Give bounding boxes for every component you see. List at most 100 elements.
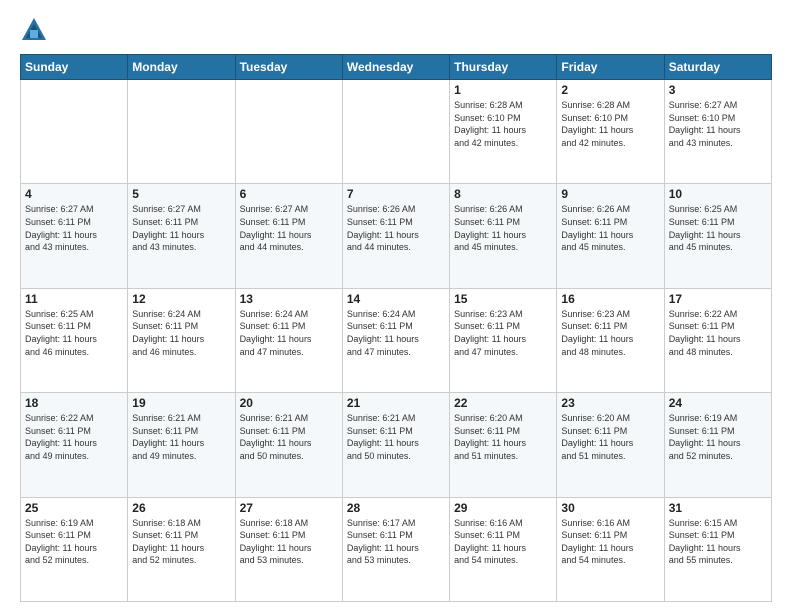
calendar-cell: 24 Sunrise: 6:19 AM Sunset: 6:11 PM Dayli… <box>664 393 771 497</box>
day-info: Sunrise: 6:21 AM Sunset: 6:11 PM Dayligh… <box>132 412 230 462</box>
calendar-cell: 27 Sunrise: 6:18 AM Sunset: 6:11 PM Dayli… <box>235 497 342 601</box>
day-number: 19 <box>132 396 230 410</box>
day-info: Sunrise: 6:26 AM Sunset: 6:11 PM Dayligh… <box>561 203 659 253</box>
calendar-cell <box>235 80 342 184</box>
day-info: Sunrise: 6:24 AM Sunset: 6:11 PM Dayligh… <box>347 308 445 358</box>
day-info: Sunrise: 6:28 AM Sunset: 6:10 PM Dayligh… <box>561 99 659 149</box>
calendar-cell: 13 Sunrise: 6:24 AM Sunset: 6:11 PM Dayli… <box>235 288 342 392</box>
calendar-cell: 22 Sunrise: 6:20 AM Sunset: 6:11 PM Dayli… <box>450 393 557 497</box>
day-info: Sunrise: 6:23 AM Sunset: 6:11 PM Dayligh… <box>561 308 659 358</box>
day-number: 7 <box>347 187 445 201</box>
calendar-cell: 16 Sunrise: 6:23 AM Sunset: 6:11 PM Dayli… <box>557 288 664 392</box>
day-number: 8 <box>454 187 552 201</box>
calendar-cell: 25 Sunrise: 6:19 AM Sunset: 6:11 PM Dayli… <box>21 497 128 601</box>
day-number: 2 <box>561 83 659 97</box>
calendar-cell: 8 Sunrise: 6:26 AM Sunset: 6:11 PM Daylig… <box>450 184 557 288</box>
day-number: 13 <box>240 292 338 306</box>
header-sunday: Sunday <box>21 55 128 80</box>
week-row-3: 18Sunrise: 6:22 AM Sunset: 6:11 PM Dayli… <box>21 393 772 497</box>
day-info: Sunrise: 6:15 AM Sunset: 6:11 PM Dayligh… <box>669 517 767 567</box>
day-number: 26 <box>132 501 230 515</box>
calendar-cell: 23Sunrise: 6:20 AM Sunset: 6:11 PM Dayli… <box>557 393 664 497</box>
day-info: Sunrise: 6:18 AM Sunset: 6:11 PM Dayligh… <box>240 517 338 567</box>
calendar-cell: 19 Sunrise: 6:21 AM Sunset: 6:11 PM Dayli… <box>128 393 235 497</box>
day-number: 27 <box>240 501 338 515</box>
day-number: 1 <box>454 83 552 97</box>
day-number: 25 <box>25 501 123 515</box>
calendar-cell: 7 Sunrise: 6:26 AM Sunset: 6:11 PM Daylig… <box>342 184 449 288</box>
calendar-cell: 15 Sunrise: 6:23 AM Sunset: 6:11 PM Dayli… <box>450 288 557 392</box>
day-info: Sunrise: 6:23 AM Sunset: 6:11 PM Dayligh… <box>454 308 552 358</box>
header-tuesday: Tuesday <box>235 55 342 80</box>
logo <box>20 16 52 44</box>
day-info: Sunrise: 6:19 AM Sunset: 6:11 PM Dayligh… <box>25 517 123 567</box>
calendar-cell: 10 Sunrise: 6:25 AM Sunset: 6:11 PM Dayli… <box>664 184 771 288</box>
calendar-cell: 9 Sunrise: 6:26 AM Sunset: 6:11 PM Daylig… <box>557 184 664 288</box>
day-number: 12 <box>132 292 230 306</box>
day-number: 3 <box>669 83 767 97</box>
day-number: 31 <box>669 501 767 515</box>
day-info: Sunrise: 6:21 AM Sunset: 6:11 PM Dayligh… <box>347 412 445 462</box>
day-info: Sunrise: 6:27 AM Sunset: 6:10 PM Dayligh… <box>669 99 767 149</box>
day-info: Sunrise: 6:24 AM Sunset: 6:11 PM Dayligh… <box>240 308 338 358</box>
day-number: 30 <box>561 501 659 515</box>
week-row-2: 11Sunrise: 6:25 AM Sunset: 6:11 PM Dayli… <box>21 288 772 392</box>
day-number: 17 <box>669 292 767 306</box>
day-info: Sunrise: 6:26 AM Sunset: 6:11 PM Dayligh… <box>347 203 445 253</box>
day-number: 14 <box>347 292 445 306</box>
calendar-cell: 1 Sunrise: 6:28 AM Sunset: 6:10 PM Daylig… <box>450 80 557 184</box>
day-info: Sunrise: 6:20 AM Sunset: 6:11 PM Dayligh… <box>454 412 552 462</box>
calendar-cell: 6Sunrise: 6:27 AM Sunset: 6:11 PM Daylig… <box>235 184 342 288</box>
header <box>20 16 772 44</box>
day-number: 21 <box>347 396 445 410</box>
calendar-cell: 3 Sunrise: 6:27 AM Sunset: 6:10 PM Daylig… <box>664 80 771 184</box>
calendar-table: SundayMondayTuesdayWednesdayThursdayFrid… <box>20 54 772 602</box>
day-number: 24 <box>669 396 767 410</box>
logo-icon <box>20 16 48 44</box>
day-info: Sunrise: 6:19 AM Sunset: 6:11 PM Dayligh… <box>669 412 767 462</box>
day-number: 22 <box>454 396 552 410</box>
day-number: 10 <box>669 187 767 201</box>
day-info: Sunrise: 6:24 AM Sunset: 6:11 PM Dayligh… <box>132 308 230 358</box>
calendar-cell: 26 Sunrise: 6:18 AM Sunset: 6:11 PM Dayli… <box>128 497 235 601</box>
day-info: Sunrise: 6:18 AM Sunset: 6:11 PM Dayligh… <box>132 517 230 567</box>
week-row-1: 4 Sunrise: 6:27 AM Sunset: 6:11 PM Daylig… <box>21 184 772 288</box>
calendar-cell: 18Sunrise: 6:22 AM Sunset: 6:11 PM Dayli… <box>21 393 128 497</box>
calendar-cell: 11Sunrise: 6:25 AM Sunset: 6:11 PM Dayli… <box>21 288 128 392</box>
day-number: 5 <box>132 187 230 201</box>
day-info: Sunrise: 6:25 AM Sunset: 6:11 PM Dayligh… <box>669 203 767 253</box>
calendar-cell: 20 Sunrise: 6:21 AM Sunset: 6:11 PM Dayli… <box>235 393 342 497</box>
day-info: Sunrise: 6:16 AM Sunset: 6:11 PM Dayligh… <box>454 517 552 567</box>
calendar-cell: 17Sunrise: 6:22 AM Sunset: 6:11 PM Dayli… <box>664 288 771 392</box>
day-number: 4 <box>25 187 123 201</box>
calendar-cell <box>21 80 128 184</box>
header-friday: Friday <box>557 55 664 80</box>
day-number: 16 <box>561 292 659 306</box>
calendar-cell <box>342 80 449 184</box>
calendar-cell: 4 Sunrise: 6:27 AM Sunset: 6:11 PM Daylig… <box>21 184 128 288</box>
day-info: Sunrise: 6:20 AM Sunset: 6:11 PM Dayligh… <box>561 412 659 462</box>
week-row-4: 25 Sunrise: 6:19 AM Sunset: 6:11 PM Dayli… <box>21 497 772 601</box>
header-thursday: Thursday <box>450 55 557 80</box>
day-info: Sunrise: 6:26 AM Sunset: 6:11 PM Dayligh… <box>454 203 552 253</box>
day-info: Sunrise: 6:17 AM Sunset: 6:11 PM Dayligh… <box>347 517 445 567</box>
calendar-header-row: SundayMondayTuesdayWednesdayThursdayFrid… <box>21 55 772 80</box>
day-info: Sunrise: 6:27 AM Sunset: 6:11 PM Dayligh… <box>25 203 123 253</box>
day-number: 20 <box>240 396 338 410</box>
day-number: 15 <box>454 292 552 306</box>
calendar-cell: 29 Sunrise: 6:16 AM Sunset: 6:11 PM Dayli… <box>450 497 557 601</box>
header-saturday: Saturday <box>664 55 771 80</box>
calendar-cell: 21 Sunrise: 6:21 AM Sunset: 6:11 PM Dayli… <box>342 393 449 497</box>
calendar-cell: 5Sunrise: 6:27 AM Sunset: 6:11 PM Daylig… <box>128 184 235 288</box>
day-number: 9 <box>561 187 659 201</box>
day-info: Sunrise: 6:25 AM Sunset: 6:11 PM Dayligh… <box>25 308 123 358</box>
day-number: 29 <box>454 501 552 515</box>
page: SundayMondayTuesdayWednesdayThursdayFrid… <box>0 0 792 612</box>
calendar-cell <box>128 80 235 184</box>
header-wednesday: Wednesday <box>342 55 449 80</box>
day-info: Sunrise: 6:28 AM Sunset: 6:10 PM Dayligh… <box>454 99 552 149</box>
calendar-cell: 12 Sunrise: 6:24 AM Sunset: 6:11 PM Dayli… <box>128 288 235 392</box>
calendar-cell: 2 Sunrise: 6:28 AM Sunset: 6:10 PM Daylig… <box>557 80 664 184</box>
day-info: Sunrise: 6:21 AM Sunset: 6:11 PM Dayligh… <box>240 412 338 462</box>
day-number: 28 <box>347 501 445 515</box>
